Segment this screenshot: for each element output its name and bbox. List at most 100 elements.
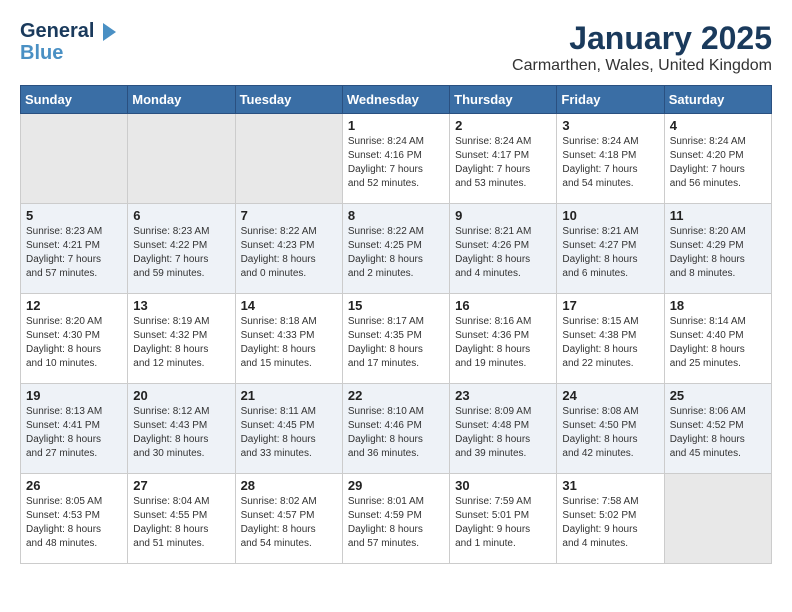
calendar-day-8: 8Sunrise: 8:22 AM Sunset: 4:25 PM Daylig… — [342, 204, 449, 294]
day-info: Sunrise: 8:05 AM Sunset: 4:53 PM Dayligh… — [26, 495, 122, 551]
day-info: Sunrise: 8:20 AM Sunset: 4:30 PM Dayligh… — [26, 315, 122, 371]
day-number: 31 — [562, 478, 658, 493]
calendar-day-16: 16 Sunrise: 8:16 AM Sunset: 4:36 PM Dayli… — [450, 294, 557, 384]
calendar-table: SundayMondayTuesdayWednesdayThursdayFrid… — [20, 85, 772, 564]
day-number: 14 — [241, 298, 337, 313]
calendar-day-4: 4 Sunrise: 8:24 AM Sunset: 4:20 PM Daylig… — [664, 114, 771, 204]
day-info: Sunrise: 8:16 AM Sunset: 4:36 PM Dayligh… — [455, 315, 551, 371]
calendar-week-4: 19Sunrise: 8:13 AM Sunset: 4:41 PM Dayli… — [21, 384, 772, 474]
calendar-day-1: 1 Sunrise: 8:24 AM Sunset: 4:16 PM Daylig… — [342, 114, 449, 204]
calendar-day-15: 15 Sunrise: 8:17 AM Sunset: 4:35 PM Dayli… — [342, 294, 449, 384]
day-number: 19 — [26, 388, 122, 403]
calendar-day-5: 5 Sunrise: 8:23 AM Sunset: 4:21 PM Daylig… — [21, 204, 128, 294]
logo-text: General Blue — [20, 20, 116, 64]
day-number: 1 — [348, 118, 444, 133]
day-number: 9 — [455, 208, 551, 223]
calendar-day-10: 10Sunrise: 8:21 AM Sunset: 4:27 PM Dayli… — [557, 204, 664, 294]
calendar-day-28: 28 Sunrise: 8:02 AM Sunset: 4:57 PM Dayli… — [235, 474, 342, 564]
day-info: Sunrise: 8:01 AM Sunset: 4:59 PM Dayligh… — [348, 495, 444, 551]
calendar-day-27: 27 Sunrise: 8:04 AM Sunset: 4:55 PM Dayli… — [128, 474, 235, 564]
day-info: Sunrise: 8:22 AM Sunset: 4:25 PM Dayligh… — [348, 225, 444, 281]
day-info: Sunrise: 8:18 AM Sunset: 4:33 PM Dayligh… — [241, 315, 337, 371]
day-info: Sunrise: 8:24 AM Sunset: 4:16 PM Dayligh… — [348, 135, 444, 191]
day-info: Sunrise: 8:20 AM Sunset: 4:29 PM Dayligh… — [670, 225, 766, 281]
calendar-week-5: 26Sunrise: 8:05 AM Sunset: 4:53 PM Dayli… — [21, 474, 772, 564]
day-info: Sunrise: 8:17 AM Sunset: 4:35 PM Dayligh… — [348, 315, 444, 371]
calendar-day-20: 20 Sunrise: 8:12 AM Sunset: 4:43 PM Dayli… — [128, 384, 235, 474]
title-block: January 2025 Carmarthen, Wales, United K… — [512, 20, 772, 75]
weekday-header-saturday: Saturday — [664, 86, 771, 114]
calendar-day-7: 7 Sunrise: 8:22 AM Sunset: 4:23 PM Daylig… — [235, 204, 342, 294]
day-number: 22 — [348, 388, 444, 403]
day-number: 30 — [455, 478, 551, 493]
day-number: 21 — [241, 388, 337, 403]
calendar-day-31: 31 Sunrise: 7:58 AM Sunset: 5:02 PM Dayli… — [557, 474, 664, 564]
day-number: 5 — [26, 208, 122, 223]
calendar-week-1: 1 Sunrise: 8:24 AM Sunset: 4:16 PM Daylig… — [21, 114, 772, 204]
calendar-day-25: 25 Sunrise: 8:06 AM Sunset: 4:52 PM Dayli… — [664, 384, 771, 474]
day-info: Sunrise: 8:06 AM Sunset: 4:52 PM Dayligh… — [670, 405, 766, 461]
calendar-day-11: 11 Sunrise: 8:20 AM Sunset: 4:29 PM Dayli… — [664, 204, 771, 294]
calendar-day-2: 2 Sunrise: 8:24 AM Sunset: 4:17 PM Daylig… — [450, 114, 557, 204]
calendar-empty-cell — [235, 114, 342, 204]
day-number: 24 — [562, 388, 658, 403]
day-number: 17 — [562, 298, 658, 313]
day-info: Sunrise: 8:24 AM Sunset: 4:20 PM Dayligh… — [670, 135, 766, 191]
day-number: 29 — [348, 478, 444, 493]
day-info: Sunrise: 8:11 AM Sunset: 4:45 PM Dayligh… — [241, 405, 337, 461]
day-info: Sunrise: 8:23 AM Sunset: 4:21 PM Dayligh… — [26, 225, 122, 281]
day-number: 15 — [348, 298, 444, 313]
day-info: Sunrise: 8:14 AM Sunset: 4:40 PM Dayligh… — [670, 315, 766, 371]
calendar-day-23: 23Sunrise: 8:09 AM Sunset: 4:48 PM Dayli… — [450, 384, 557, 474]
day-info: Sunrise: 8:12 AM Sunset: 4:43 PM Dayligh… — [133, 405, 229, 461]
weekday-header-thursday: Thursday — [450, 86, 557, 114]
day-number: 18 — [670, 298, 766, 313]
calendar-day-30: 30 Sunrise: 7:59 AM Sunset: 5:01 PM Dayli… — [450, 474, 557, 564]
calendar-day-29: 29 Sunrise: 8:01 AM Sunset: 4:59 PM Dayli… — [342, 474, 449, 564]
calendar-day-24: 24 Sunrise: 8:08 AM Sunset: 4:50 PM Dayli… — [557, 384, 664, 474]
calendar-day-18: 18 Sunrise: 8:14 AM Sunset: 4:40 PM Dayli… — [664, 294, 771, 384]
day-number: 4 — [670, 118, 766, 133]
calendar-day-19: 19Sunrise: 8:13 AM Sunset: 4:41 PM Dayli… — [21, 384, 128, 474]
calendar-week-3: 12 Sunrise: 8:20 AM Sunset: 4:30 PM Dayli… — [21, 294, 772, 384]
calendar-empty-cell — [664, 474, 771, 564]
calendar-empty-cell — [21, 114, 128, 204]
weekday-header-monday: Monday — [128, 86, 235, 114]
calendar-empty-cell — [128, 114, 235, 204]
day-info: Sunrise: 8:23 AM Sunset: 4:22 PM Dayligh… — [133, 225, 229, 281]
day-number: 11 — [670, 208, 766, 223]
day-info: Sunrise: 8:02 AM Sunset: 4:57 PM Dayligh… — [241, 495, 337, 551]
day-number: 20 — [133, 388, 229, 403]
day-number: 25 — [670, 388, 766, 403]
day-info: Sunrise: 7:58 AM Sunset: 5:02 PM Dayligh… — [562, 495, 658, 551]
day-info: Sunrise: 8:22 AM Sunset: 4:23 PM Dayligh… — [241, 225, 337, 281]
calendar-day-6: 6 Sunrise: 8:23 AM Sunset: 4:22 PM Daylig… — [128, 204, 235, 294]
weekday-header-tuesday: Tuesday — [235, 86, 342, 114]
day-info: Sunrise: 8:04 AM Sunset: 4:55 PM Dayligh… — [133, 495, 229, 551]
day-number: 28 — [241, 478, 337, 493]
calendar-day-26: 26Sunrise: 8:05 AM Sunset: 4:53 PM Dayli… — [21, 474, 128, 564]
calendar-day-21: 21 Sunrise: 8:11 AM Sunset: 4:45 PM Dayli… — [235, 384, 342, 474]
day-info: Sunrise: 8:19 AM Sunset: 4:32 PM Dayligh… — [133, 315, 229, 371]
calendar-day-12: 12 Sunrise: 8:20 AM Sunset: 4:30 PM Dayli… — [21, 294, 128, 384]
day-info: Sunrise: 8:24 AM Sunset: 4:17 PM Dayligh… — [455, 135, 551, 191]
day-number: 7 — [241, 208, 337, 223]
month-title: January 2025 — [512, 20, 772, 57]
day-info: Sunrise: 7:59 AM Sunset: 5:01 PM Dayligh… — [455, 495, 551, 551]
day-number: 6 — [133, 208, 229, 223]
day-info: Sunrise: 8:08 AM Sunset: 4:50 PM Dayligh… — [562, 405, 658, 461]
day-number: 16 — [455, 298, 551, 313]
day-number: 23 — [455, 388, 551, 403]
day-info: Sunrise: 8:21 AM Sunset: 4:27 PM Dayligh… — [562, 225, 658, 281]
calendar-day-13: 13Sunrise: 8:19 AM Sunset: 4:32 PM Dayli… — [128, 294, 235, 384]
page-header: General Blue January 2025 Carmarthen, Wa… — [20, 20, 772, 75]
day-number: 2 — [455, 118, 551, 133]
day-info: Sunrise: 8:21 AM Sunset: 4:26 PM Dayligh… — [455, 225, 551, 281]
day-number: 12 — [26, 298, 122, 313]
calendar-day-9: 9 Sunrise: 8:21 AM Sunset: 4:26 PM Daylig… — [450, 204, 557, 294]
day-info: Sunrise: 8:15 AM Sunset: 4:38 PM Dayligh… — [562, 315, 658, 371]
weekday-header-wednesday: Wednesday — [342, 86, 449, 114]
calendar-day-17: 17 Sunrise: 8:15 AM Sunset: 4:38 PM Dayli… — [557, 294, 664, 384]
day-number: 27 — [133, 478, 229, 493]
calendar-day-14: 14 Sunrise: 8:18 AM Sunset: 4:33 PM Dayli… — [235, 294, 342, 384]
